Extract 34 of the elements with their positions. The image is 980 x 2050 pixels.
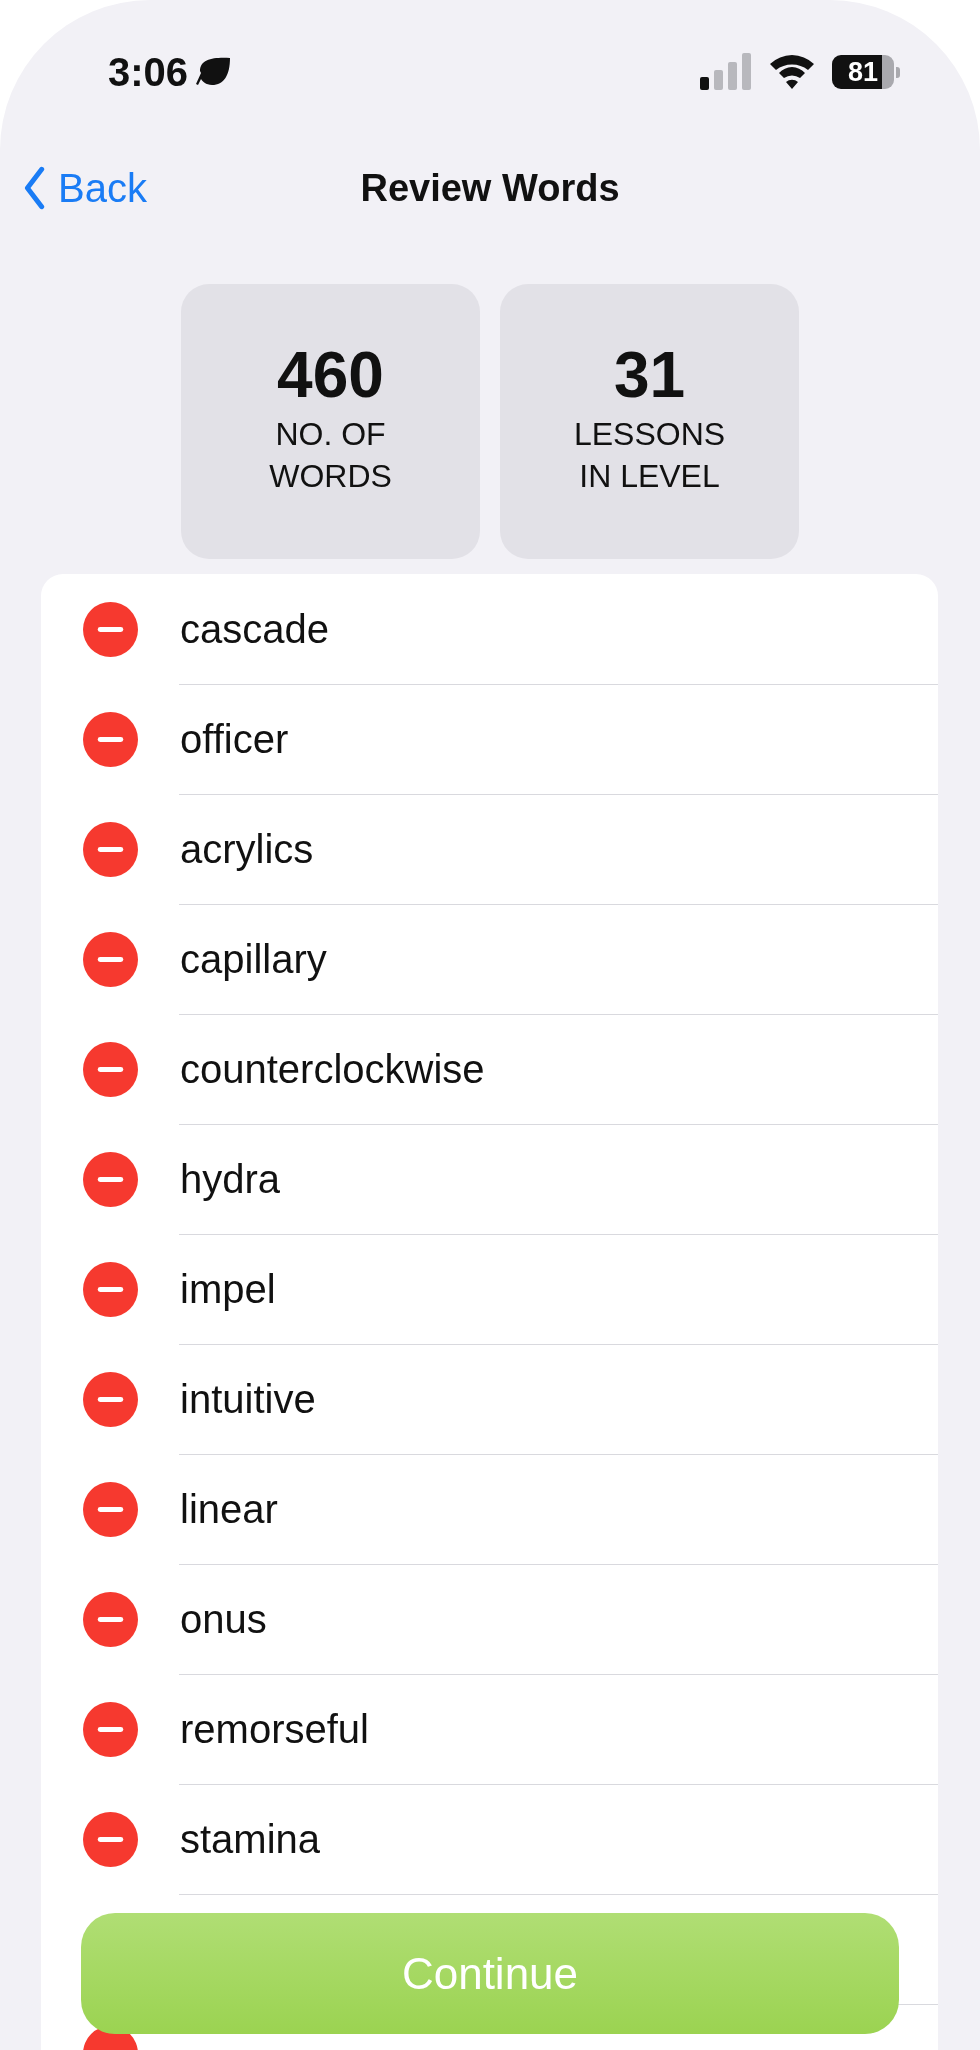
delete-icon[interactable] [83,1151,138,1207]
delete-icon[interactable] [83,1371,138,1427]
delete-icon[interactable] [83,1261,138,1317]
delete-icon[interactable] [83,711,138,767]
stat-value: 460 [277,339,384,411]
word-text: cascade [180,606,329,652]
word-text: stamina [180,1816,321,1862]
word-text: hydra [180,1156,281,1202]
signal-icon [700,53,752,91]
word-text: remorseful [180,1706,369,1752]
delete-icon[interactable] [83,1041,138,1097]
delete-icon[interactable] [83,931,138,987]
wifi-icon [770,55,814,89]
word-text: impel [180,1266,276,1312]
word-text: counterclockwise [180,1046,485,1092]
back-button[interactable]: Back [22,165,147,211]
stat-label: LESSONS IN LEVEL [572,415,727,496]
word-text: linear [180,1486,278,1532]
word-text: officer [180,716,289,762]
delete-icon[interactable] [83,601,138,657]
chevron-left-icon [22,166,46,210]
delete-icon[interactable] [83,1591,138,1647]
word-text: intuitive [180,1376,316,1422]
delete-icon[interactable] [83,821,138,877]
stat-value: 31 [613,339,686,411]
stat-label: NO. OF WORDS [268,415,393,496]
delete-icon[interactable] [83,1811,138,1867]
word-text: capillary [180,936,327,982]
delete-icon[interactable] [83,1481,138,1537]
delete-icon[interactable] [83,1701,138,1757]
word-text: acrylics [180,826,314,872]
word-text: onus [180,1596,267,1642]
screen-title: Review Words [360,166,620,210]
status-time: 3:06 [108,49,189,95]
